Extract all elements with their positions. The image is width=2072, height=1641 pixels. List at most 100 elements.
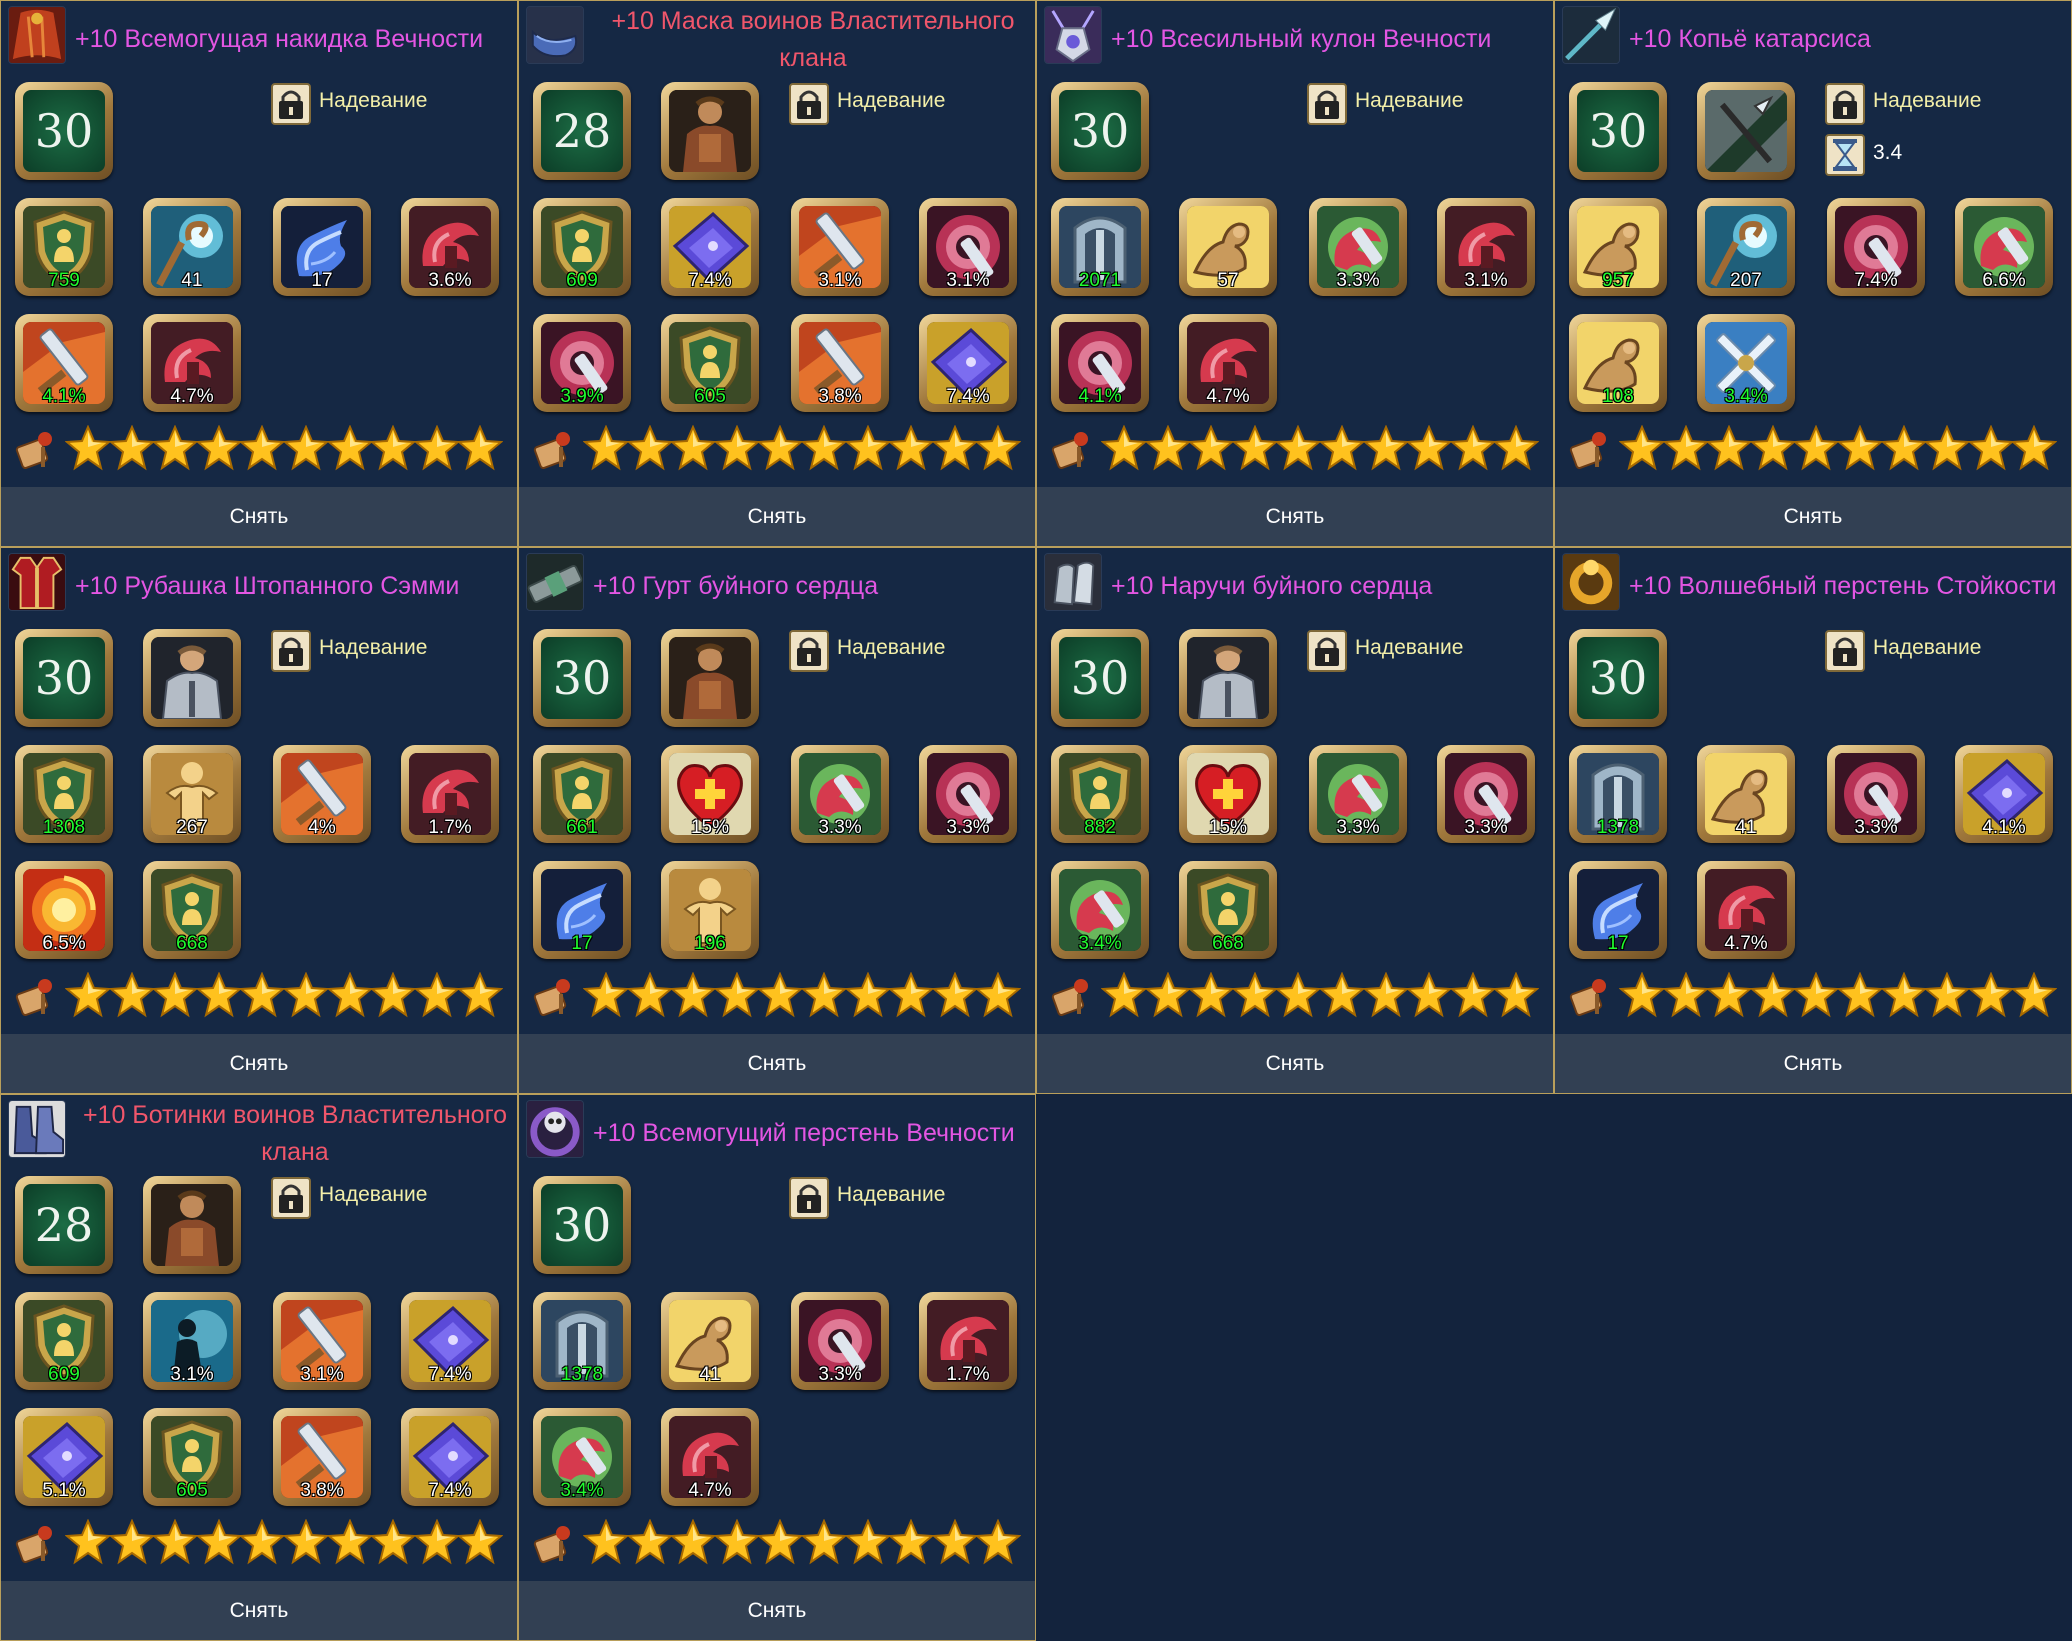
stat-slot[interactable]: 1308 xyxy=(15,745,113,843)
star-icon xyxy=(195,1518,243,1565)
stat-slot[interactable]: 4.7% xyxy=(143,314,241,412)
stat-slot[interactable]: 661 xyxy=(533,745,631,843)
stat-slot[interactable]: 1.7% xyxy=(919,1292,1017,1390)
spear-icon[interactable] xyxy=(1562,6,1620,64)
star-icon xyxy=(931,1518,979,1565)
class-slot xyxy=(143,1176,241,1274)
stat-slot[interactable]: 3.8% xyxy=(273,1408,371,1506)
stat-slot[interactable]: 7.4% xyxy=(661,198,759,296)
stat-slot[interactable]: 1.7% xyxy=(401,745,499,843)
stat-slot[interactable]: 3.1% xyxy=(143,1292,241,1390)
stat-slot[interactable]: 3.4% xyxy=(1697,314,1795,412)
remove-button[interactable]: Снять xyxy=(519,1581,1035,1640)
stat-value: 3.1% xyxy=(1464,270,1508,291)
star-icon xyxy=(1618,424,1666,471)
remove-button[interactable]: Снять xyxy=(1555,1034,2071,1093)
stat-slot[interactable]: 3.3% xyxy=(791,1292,889,1390)
cape-icon[interactable] xyxy=(8,6,66,64)
stat-slot[interactable]: 17 xyxy=(533,861,631,959)
stat-slot[interactable]: 759 xyxy=(15,198,113,296)
stat-slot[interactable]: 605 xyxy=(661,314,759,412)
equipment-grid: +10 Всемогущая накидка Вечности 30 Надеван… xyxy=(0,0,2072,1641)
stat-slot[interactable]: 2071 xyxy=(1051,198,1149,296)
stat-slot[interactable]: 196 xyxy=(661,861,759,959)
stat-slot[interactable]: 3.3% xyxy=(1827,745,1925,843)
stat-slot[interactable]: 4% xyxy=(273,745,371,843)
stat-slot[interactable]: 207 xyxy=(1697,198,1795,296)
stat-slot[interactable]: 957 xyxy=(1569,198,1667,296)
remove-button[interactable]: Снять xyxy=(519,487,1035,546)
stat-slot[interactable]: 17 xyxy=(1569,861,1667,959)
stat-slot[interactable]: 609 xyxy=(533,198,631,296)
stat-slot[interactable]: 3.3% xyxy=(1309,198,1407,296)
stat-slot[interactable]: 609 xyxy=(15,1292,113,1390)
stat-value: 4.1% xyxy=(1982,817,2026,838)
remove-button[interactable]: Снять xyxy=(1555,487,2071,546)
star-icon xyxy=(713,424,761,471)
stat-slot[interactable]: 1378 xyxy=(1569,745,1667,843)
remove-button[interactable]: Снять xyxy=(1,1034,517,1093)
mask-icon[interactable] xyxy=(526,6,584,64)
shirt-icon[interactable] xyxy=(8,553,66,611)
remove-button[interactable]: Снять xyxy=(1,487,517,546)
stat-slot[interactable]: 4.7% xyxy=(661,1408,759,1506)
stat-slot[interactable]: 15% xyxy=(661,745,759,843)
remove-button[interactable]: Снять xyxy=(1037,487,1553,546)
belt-icon[interactable] xyxy=(526,553,584,611)
remove-button[interactable]: Снять xyxy=(1,1581,517,1640)
stat-slot[interactable]: 3.1% xyxy=(1437,198,1535,296)
bracers-icon[interactable] xyxy=(1044,553,1102,611)
stat-slot[interactable]: 4.1% xyxy=(15,314,113,412)
star-icon xyxy=(456,1518,504,1565)
stat-slot[interactable]: 7.4% xyxy=(401,1292,499,1390)
stat-slot[interactable]: 41 xyxy=(661,1292,759,1390)
stat-slot[interactable]: 668 xyxy=(1179,861,1277,959)
stat-slot[interactable]: 3.6% xyxy=(401,198,499,296)
stat-slot[interactable]: 3.3% xyxy=(919,745,1017,843)
stat-slot[interactable]: 3.1% xyxy=(273,1292,371,1390)
stat-slot[interactable]: 7.4% xyxy=(919,314,1017,412)
stat-slot[interactable]: 4.7% xyxy=(1697,861,1795,959)
star-icon xyxy=(64,1518,112,1565)
star-icon xyxy=(1618,971,1666,1018)
stat-slot[interactable]: 1378 xyxy=(533,1292,631,1390)
stat-value: 4.7% xyxy=(170,386,214,407)
pendant-icon[interactable] xyxy=(1044,6,1102,64)
stat-slot[interactable]: 3.4% xyxy=(533,1408,631,1506)
remove-button[interactable]: Снять xyxy=(519,1034,1035,1093)
stat-slot[interactable]: 3.3% xyxy=(791,745,889,843)
stat-slot[interactable]: 3.1% xyxy=(919,198,1017,296)
stat-slot[interactable]: 17 xyxy=(273,198,371,296)
stat-slot[interactable]: 4.1% xyxy=(1051,314,1149,412)
boots-icon[interactable] xyxy=(8,1100,66,1158)
stat-slot[interactable]: 3.3% xyxy=(1309,745,1407,843)
equip-label: Надевание xyxy=(319,89,428,112)
stat-slot[interactable]: 3.8% xyxy=(791,314,889,412)
skull-ring-icon[interactable] xyxy=(526,1100,584,1158)
stat-slot[interactable]: 57 xyxy=(1179,198,1277,296)
gold-ring-icon[interactable] xyxy=(1562,553,1620,611)
stat-slot[interactable]: 605 xyxy=(143,1408,241,1506)
stat-slot[interactable]: 6.5% xyxy=(15,861,113,959)
stat-slot[interactable]: 267 xyxy=(143,745,241,843)
star-icon xyxy=(195,424,243,471)
stat-slot[interactable]: 4.1% xyxy=(1955,745,2053,843)
stat-slot[interactable]: 6.6% xyxy=(1955,198,2053,296)
stat-value: 3.3% xyxy=(1336,270,1380,291)
stat-slot[interactable]: 882 xyxy=(1051,745,1149,843)
stat-slot[interactable]: 3.1% xyxy=(791,198,889,296)
stat-slot[interactable]: 5.1% xyxy=(15,1408,113,1506)
star-icon xyxy=(1144,971,1192,1018)
stat-slot[interactable]: 4.7% xyxy=(1179,314,1277,412)
stat-slot[interactable]: 3.4% xyxy=(1051,861,1149,959)
stat-slot[interactable]: 7.4% xyxy=(401,1408,499,1506)
remove-button[interactable]: Снять xyxy=(1037,1034,1553,1093)
stat-slot[interactable]: 15% xyxy=(1179,745,1277,843)
stat-slot[interactable]: 668 xyxy=(143,861,241,959)
stat-slot[interactable]: 41 xyxy=(143,198,241,296)
stat-slot[interactable]: 7.4% xyxy=(1827,198,1925,296)
stat-slot[interactable]: 41 xyxy=(1697,745,1795,843)
stat-slot[interactable]: 108 xyxy=(1569,314,1667,412)
stat-slot[interactable]: 3.3% xyxy=(1437,745,1535,843)
stat-slot[interactable]: 3.9% xyxy=(533,314,631,412)
